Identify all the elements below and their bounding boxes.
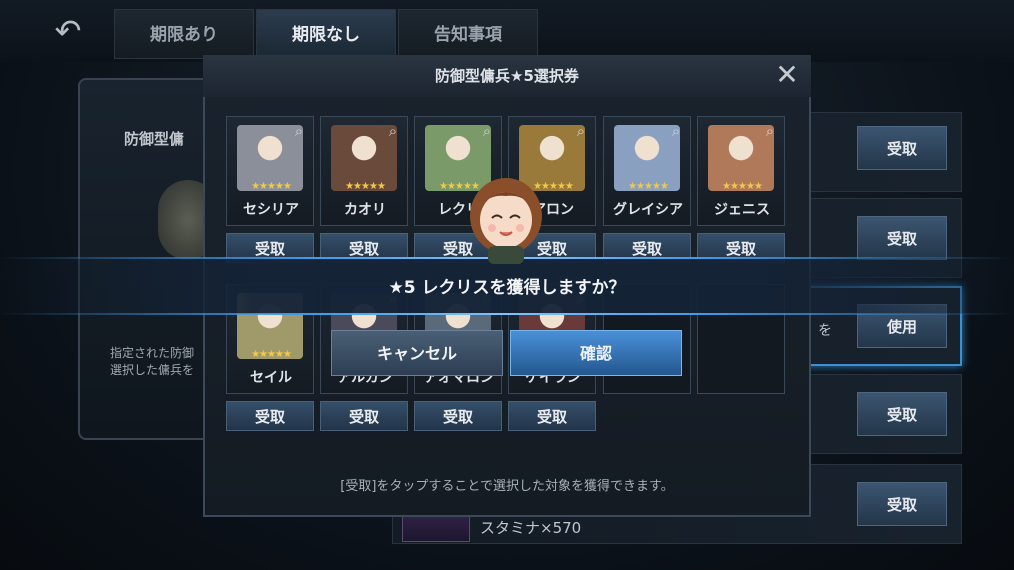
band-bottom-line: [0, 313, 1014, 315]
modal-footer-hint: [受取]をタップすることで選択した対象を獲得できます。: [340, 479, 674, 494]
tab-limited[interactable]: 期限あり: [114, 9, 254, 59]
magnifier-icon[interactable]: ⌕: [289, 121, 309, 141]
character-name: セシリア: [243, 202, 299, 218]
star-rating: ★★★★★: [345, 181, 386, 192]
character-card[interactable]: ⌕ ★★★★★ カオリ: [320, 116, 408, 226]
star-rating: ★★★★★: [628, 181, 669, 192]
magnifier-icon[interactable]: ⌕: [571, 121, 591, 141]
receive-button[interactable]: 受取: [508, 401, 596, 431]
mascot-character-icon: [470, 178, 542, 264]
receive-button[interactable]: 受取: [857, 392, 947, 436]
character-card[interactable]: ⌕ ★★★★★ グレイシア: [603, 116, 691, 226]
cancel-button[interactable]: キャンセル: [331, 330, 503, 376]
star-rating: ★★★★★: [251, 349, 292, 360]
back-arrow-icon[interactable]: ↶: [44, 12, 92, 50]
star-rating: ★★★★★: [251, 181, 292, 192]
tab-unlimited[interactable]: 期限なし: [256, 9, 396, 59]
star-rating: ★★★★★: [722, 181, 763, 192]
magnifier-icon[interactable]: ⌕: [760, 121, 780, 141]
tab-notices[interactable]: 告知事項: [398, 9, 538, 59]
character-card[interactable]: ⌕ ★★★★★ ジェニス: [697, 116, 785, 226]
magnifier-icon[interactable]: ⌕: [666, 121, 686, 141]
confirm-question: ★5 レクリスを獲得しますか？: [388, 278, 626, 298]
stamina-label: スタミナ×570: [480, 519, 582, 537]
magnifier-icon[interactable]: ⌕: [383, 121, 403, 141]
character-card[interactable]: ⌕ ★★★★★ セシリア: [226, 116, 314, 226]
character-name: グレイシア: [613, 202, 683, 218]
receive-button[interactable]: 受取: [226, 401, 314, 431]
item-title: 防御型傭: [124, 130, 185, 148]
character-name: ジェニス: [714, 202, 770, 218]
receive-button[interactable]: 受取: [857, 126, 947, 170]
character-name: セイル: [250, 370, 292, 386]
modal-title: 防御型傭兵★5選択券: [203, 55, 811, 97]
receive-button[interactable]: 受取: [857, 482, 947, 526]
row-text-fragment: を: [818, 323, 832, 339]
receive-button[interactable]: 受取: [320, 401, 408, 431]
magnifier-icon[interactable]: ⌕: [477, 121, 497, 141]
confirm-button[interactable]: 確認: [510, 330, 682, 376]
character-name: カオリ: [344, 202, 386, 218]
receive-button[interactable]: 受取: [414, 401, 502, 431]
close-icon[interactable]: ✕: [770, 58, 804, 92]
receive-button[interactable]: 受取: [857, 216, 947, 260]
